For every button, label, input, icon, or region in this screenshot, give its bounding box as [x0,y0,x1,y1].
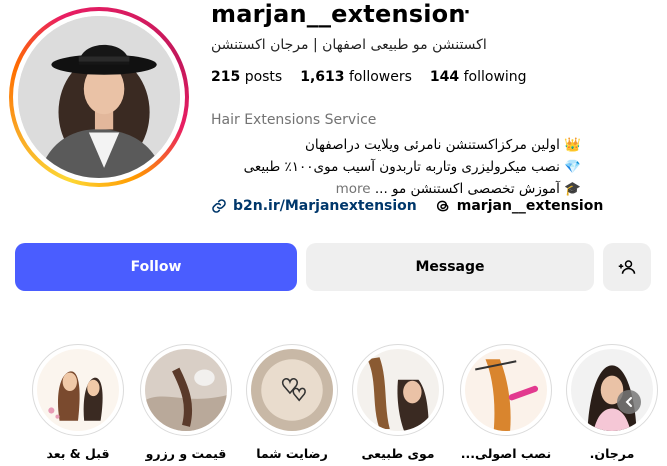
highlight-label: موی طبیعی [361,446,435,461]
highlight-natural-hair[interactable]: موی طبیعی [350,344,446,461]
profile-full-name: اکستنشن مو طبیعی اصفهان | مرجان اکستنشن [211,37,487,53]
bio-line-3-wrap: 🎓 آموزش تخصصی اکستنشن مو ... more [211,178,581,200]
highlight-label: نصب اصولی... [460,446,552,461]
threads-link[interactable]: marjan__extension [435,198,604,214]
highlight-prices[interactable]: قیمت و رزرو [138,344,234,461]
threads-icon [436,200,449,212]
highlight-cover [251,349,333,431]
following-label: following [463,69,527,85]
followers-count-value: 1,613 [300,69,345,85]
bio-line-1: 👑 اولین مرکزاکستنشن نامرئی ویلایت دراصفه… [305,137,581,153]
followers-label: followers [348,69,412,85]
suggest-users-button[interactable] [603,243,651,291]
highlight-ring [352,344,444,436]
add-user-icon [618,260,636,274]
profile-username: marjan__extension [211,0,466,28]
highlight-ring [566,344,658,436]
threads-handle: marjan__extension [456,198,604,214]
highlight-ring [32,344,124,436]
highlight-installation[interactable]: نصب اصولی... [458,344,554,461]
posts-count-label: posts [244,69,283,85]
highlight-marjan[interactable]: مرجان. [564,344,660,461]
posts-count: 215 posts [211,69,282,85]
profile-avatar[interactable] [9,7,189,187]
more-options-icon[interactable]: ⋯ [452,2,470,23]
bio-line-3: 🎓 آموزش تخصصی اکستنشن مو ... [374,181,581,197]
link-icon [212,199,226,213]
external-link-text: b2n.ir/Marjanextension [233,198,417,214]
highlight-ring [140,344,232,436]
avatar-border [13,11,185,183]
highlight-label: مرجان. [589,446,635,461]
highlight-cover [571,349,653,431]
followers-link[interactable]: 1,613 followers [300,69,412,85]
chevron-left-icon [625,397,632,407]
highlight-satisfaction[interactable]: رضایت شما [244,344,340,461]
profile-bio: 👑 اولین مرکزاکستنشن نامرئی ویلایت دراصفه… [211,134,581,200]
profile-category: Hair Extensions Service [211,112,377,128]
highlight-ring [246,344,338,436]
highlight-cover [357,349,439,431]
avatar-illustration [18,16,180,178]
posts-count-value: 215 [211,69,241,85]
highlight-cover [145,349,227,431]
bio-more-link[interactable]: more [336,181,371,197]
follow-button[interactable]: Follow [15,243,297,291]
highlight-label: رضایت شما [256,446,328,461]
profile-stats: 215 posts 1,613 followers 144 following [211,69,527,85]
message-button[interactable]: Message [306,243,594,291]
avatar-photo [18,16,180,178]
highlight-ring [460,344,552,436]
highlights-next-arrow[interactable] [617,390,641,414]
following-link[interactable]: 144 following [430,69,527,85]
highlight-before-after[interactable]: قبل & بعد [30,344,126,461]
highlight-cover [37,349,119,431]
external-link[interactable]: b2n.ir/Marjanextension [211,198,417,214]
story-highlights: قبل & بعد قیمت و رزرو رضایت شما موی طبیع… [0,344,667,466]
bio-line-2: 💎 نصب میکرولیزری وتاربه تاربدون آسیب موی… [243,159,581,175]
highlight-cover [465,349,547,431]
profile-links: b2n.ir/Marjanextension marjan__extension [211,198,603,214]
following-count-value: 144 [429,69,460,85]
highlight-label: قیمت و رزرو [145,446,227,461]
highlight-label: قبل & بعد [46,446,110,461]
